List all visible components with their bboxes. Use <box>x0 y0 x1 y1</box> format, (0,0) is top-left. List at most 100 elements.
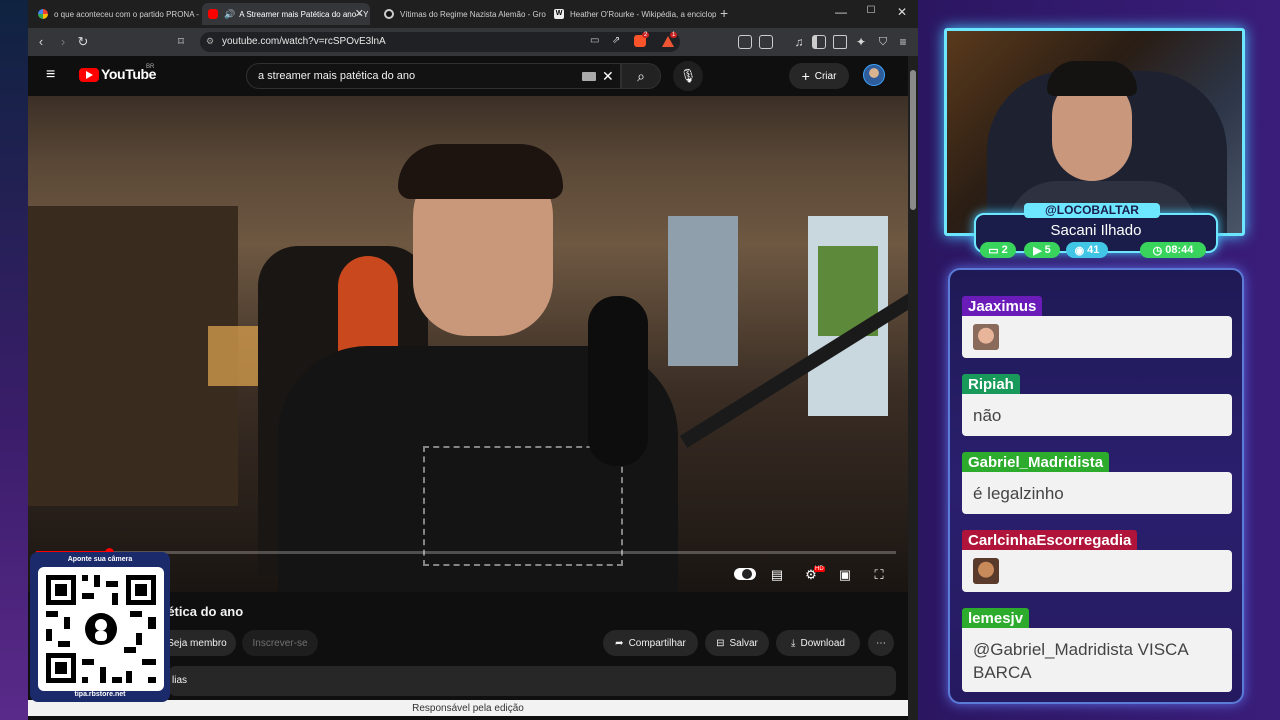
hd-badge: HD <box>814 566 825 572</box>
rewards-badge: 1 <box>670 32 678 38</box>
qr-code <box>38 567 164 691</box>
microphone-icon: 🎙 <box>679 68 697 83</box>
clock-icon: ◷ <box>1152 244 1163 257</box>
chat-message-text: não <box>973 406 1002 425</box>
chat-message-text: é legalzinho <box>973 484 1064 503</box>
miniplayer-icon[interactable]: ▣ <box>834 566 856 584</box>
back-icon[interactable]: ‹ <box>32 33 50 51</box>
video-microphone <box>588 296 648 466</box>
webcam-streamer-hair <box>1047 61 1137 96</box>
stat-value: 2 <box>1001 244 1008 256</box>
stat-clock: ◷ 08:44 <box>1140 242 1206 258</box>
guide-menu-icon[interactable]: ≡ <box>46 66 55 84</box>
download-label: Download <box>800 637 845 649</box>
close-window-icon[interactable]: ✕ <box>892 5 912 19</box>
download-button[interactable]: ⤓ Download <box>776 630 860 656</box>
wikipedia-icon: W <box>554 9 564 19</box>
menu-icon[interactable]: ≡ <box>894 33 912 51</box>
share-icon[interactable]: ⇗ <box>612 35 620 46</box>
video-shirt-print <box>423 446 623 566</box>
video-person-hair <box>398 144 563 199</box>
youtube-icon: ▶ <box>1033 244 1042 257</box>
clear-search-icon[interactable]: ✕ <box>602 68 614 85</box>
minimize-icon[interactable]: — <box>831 5 851 19</box>
emote-image <box>973 558 999 584</box>
shield-badge: 2 <box>642 32 650 38</box>
stat-discord: ◉ 41 <box>1066 242 1108 258</box>
video-title: tética do ano <box>163 604 244 619</box>
vpn-icon[interactable]: ⛉ <box>874 33 892 51</box>
keyboard-icon[interactable] <box>582 72 596 81</box>
chat-username: lemesjv <box>962 608 1030 629</box>
chat-username: CarlcinhaEscorregadia <box>962 530 1138 551</box>
search-icon: ⌕ <box>637 68 645 84</box>
chat-message: é legalzinho <box>962 472 1232 514</box>
leo-ai-icon[interactable]: ✦ <box>852 33 870 51</box>
close-tab-icon[interactable]: ✕ <box>355 7 364 20</box>
stat-chat: ▭ 2 <box>980 242 1016 258</box>
chat-message-text: @Gabriel_Madridista VISCA BARCA <box>973 640 1188 682</box>
chat-icon: ▭ <box>988 244 999 257</box>
search-input[interactable]: a streamer mais patética do ano ✕ <box>246 63 621 89</box>
voice-search-button[interactable]: 🎙 <box>673 61 703 91</box>
video-player[interactable]: ▤ ⚙ HD ▣ ⛶ <box>28 96 908 592</box>
share-button[interactable]: ➦ Compartilhar <box>603 630 698 656</box>
reload-icon[interactable]: ↻ <box>74 33 92 51</box>
video-window-left <box>668 216 738 366</box>
tab-wikipedia[interactable]: W Heather O'Rourke - Wikipédia, a encicl… <box>548 3 716 25</box>
forward-icon[interactable]: › <box>54 33 72 51</box>
youtube-play-glyph <box>86 71 93 79</box>
tab-youtube-video[interactable]: 🔊 A Streamer mais Patética do ano - Y ✕ <box>202 3 370 25</box>
sidebar-icon[interactable] <box>812 35 826 49</box>
country-code: BR <box>146 64 155 70</box>
chat-username: Ripiah <box>962 374 1020 395</box>
extensions-icon[interactable] <box>738 35 752 49</box>
subscribe-button[interactable]: Inscrever-se <box>242 630 318 656</box>
site-info-icon[interactable]: ⚙ <box>206 36 214 47</box>
stat-value: 41 <box>1087 244 1100 256</box>
emote-image <box>973 324 999 350</box>
account-avatar[interactable] <box>863 64 885 86</box>
youtube-icon <box>208 9 218 19</box>
tab-grok[interactable]: Vítimas do Regime Nazista Alemão - Grok <box>378 3 546 25</box>
chat-username: Jaaximus <box>962 296 1043 317</box>
stat-youtube: ▶ 5 <box>1024 242 1060 258</box>
bookmark-icon[interactable]: ⌑ <box>172 33 190 51</box>
audio-playing-icon: 🔊 <box>224 8 236 19</box>
share-label: Compartilhar <box>628 637 686 649</box>
google-icon <box>38 9 48 19</box>
chat-message: @Gabriel_Madridista VISCA BARCA <box>962 628 1232 692</box>
save-button[interactable]: ⊟ Salvar <box>705 630 769 656</box>
chat-message <box>962 316 1232 358</box>
more-actions-button[interactable]: ⋯ <box>868 630 894 656</box>
tab-google-search[interactable]: o que aconteceu com o partido PRONA - Pe <box>32 3 200 25</box>
scrollbar-thumb[interactable] <box>910 70 916 210</box>
stat-value: 08:44 <box>1165 244 1194 256</box>
tab-strip: o que aconteceu com o partido PRONA - Pe… <box>28 0 918 28</box>
youtube-masthead: ≡ YouTube BR a streamer mais patética do… <box>28 56 908 96</box>
footer-text: Responsável pela edição <box>412 703 524 714</box>
download-icon: ⤓ <box>791 637 796 649</box>
fullscreen-icon[interactable]: ⛶ <box>868 566 890 584</box>
address-bar[interactable]: ⚙ youtube.com/watch?v=rcSPOvE3lnA ▭ ⇗ 2 … <box>200 32 680 52</box>
url-text: youtube.com/watch?v=rcSPOvE3lnA <box>222 36 386 47</box>
streamer-subtitle: Sacani Ilhado <box>1050 222 1142 239</box>
stat-value: 5 <box>1044 244 1051 256</box>
share-arrow-icon: ➦ <box>615 637 624 649</box>
media-icon[interactable]: ♫ <box>790 33 808 51</box>
chat-username: Gabriel_Madridista <box>962 452 1110 473</box>
subtitles-icon[interactable]: ▤ <box>766 566 788 584</box>
search-button[interactable]: ⌕ <box>621 63 661 89</box>
search-query-text: a streamer mais patética do ano <box>258 70 416 82</box>
new-tab-button[interactable]: + <box>720 5 728 21</box>
qr-url: tipa.rbstore.net <box>74 691 126 698</box>
screenshot-icon[interactable] <box>759 35 773 49</box>
description-box[interactable]: lias <box>168 666 896 696</box>
save-label: Salvar <box>729 637 758 649</box>
tab-title: A Streamer mais Patética do ano - Y <box>239 9 369 19</box>
wallet-icon[interactable] <box>833 35 847 49</box>
cast-icon[interactable]: ▭ <box>590 35 599 46</box>
qr-caption: Aponte sua câmera <box>67 556 133 563</box>
create-button[interactable]: + Criar <box>789 63 849 89</box>
maximize-icon[interactable]: ☐ <box>861 5 881 16</box>
